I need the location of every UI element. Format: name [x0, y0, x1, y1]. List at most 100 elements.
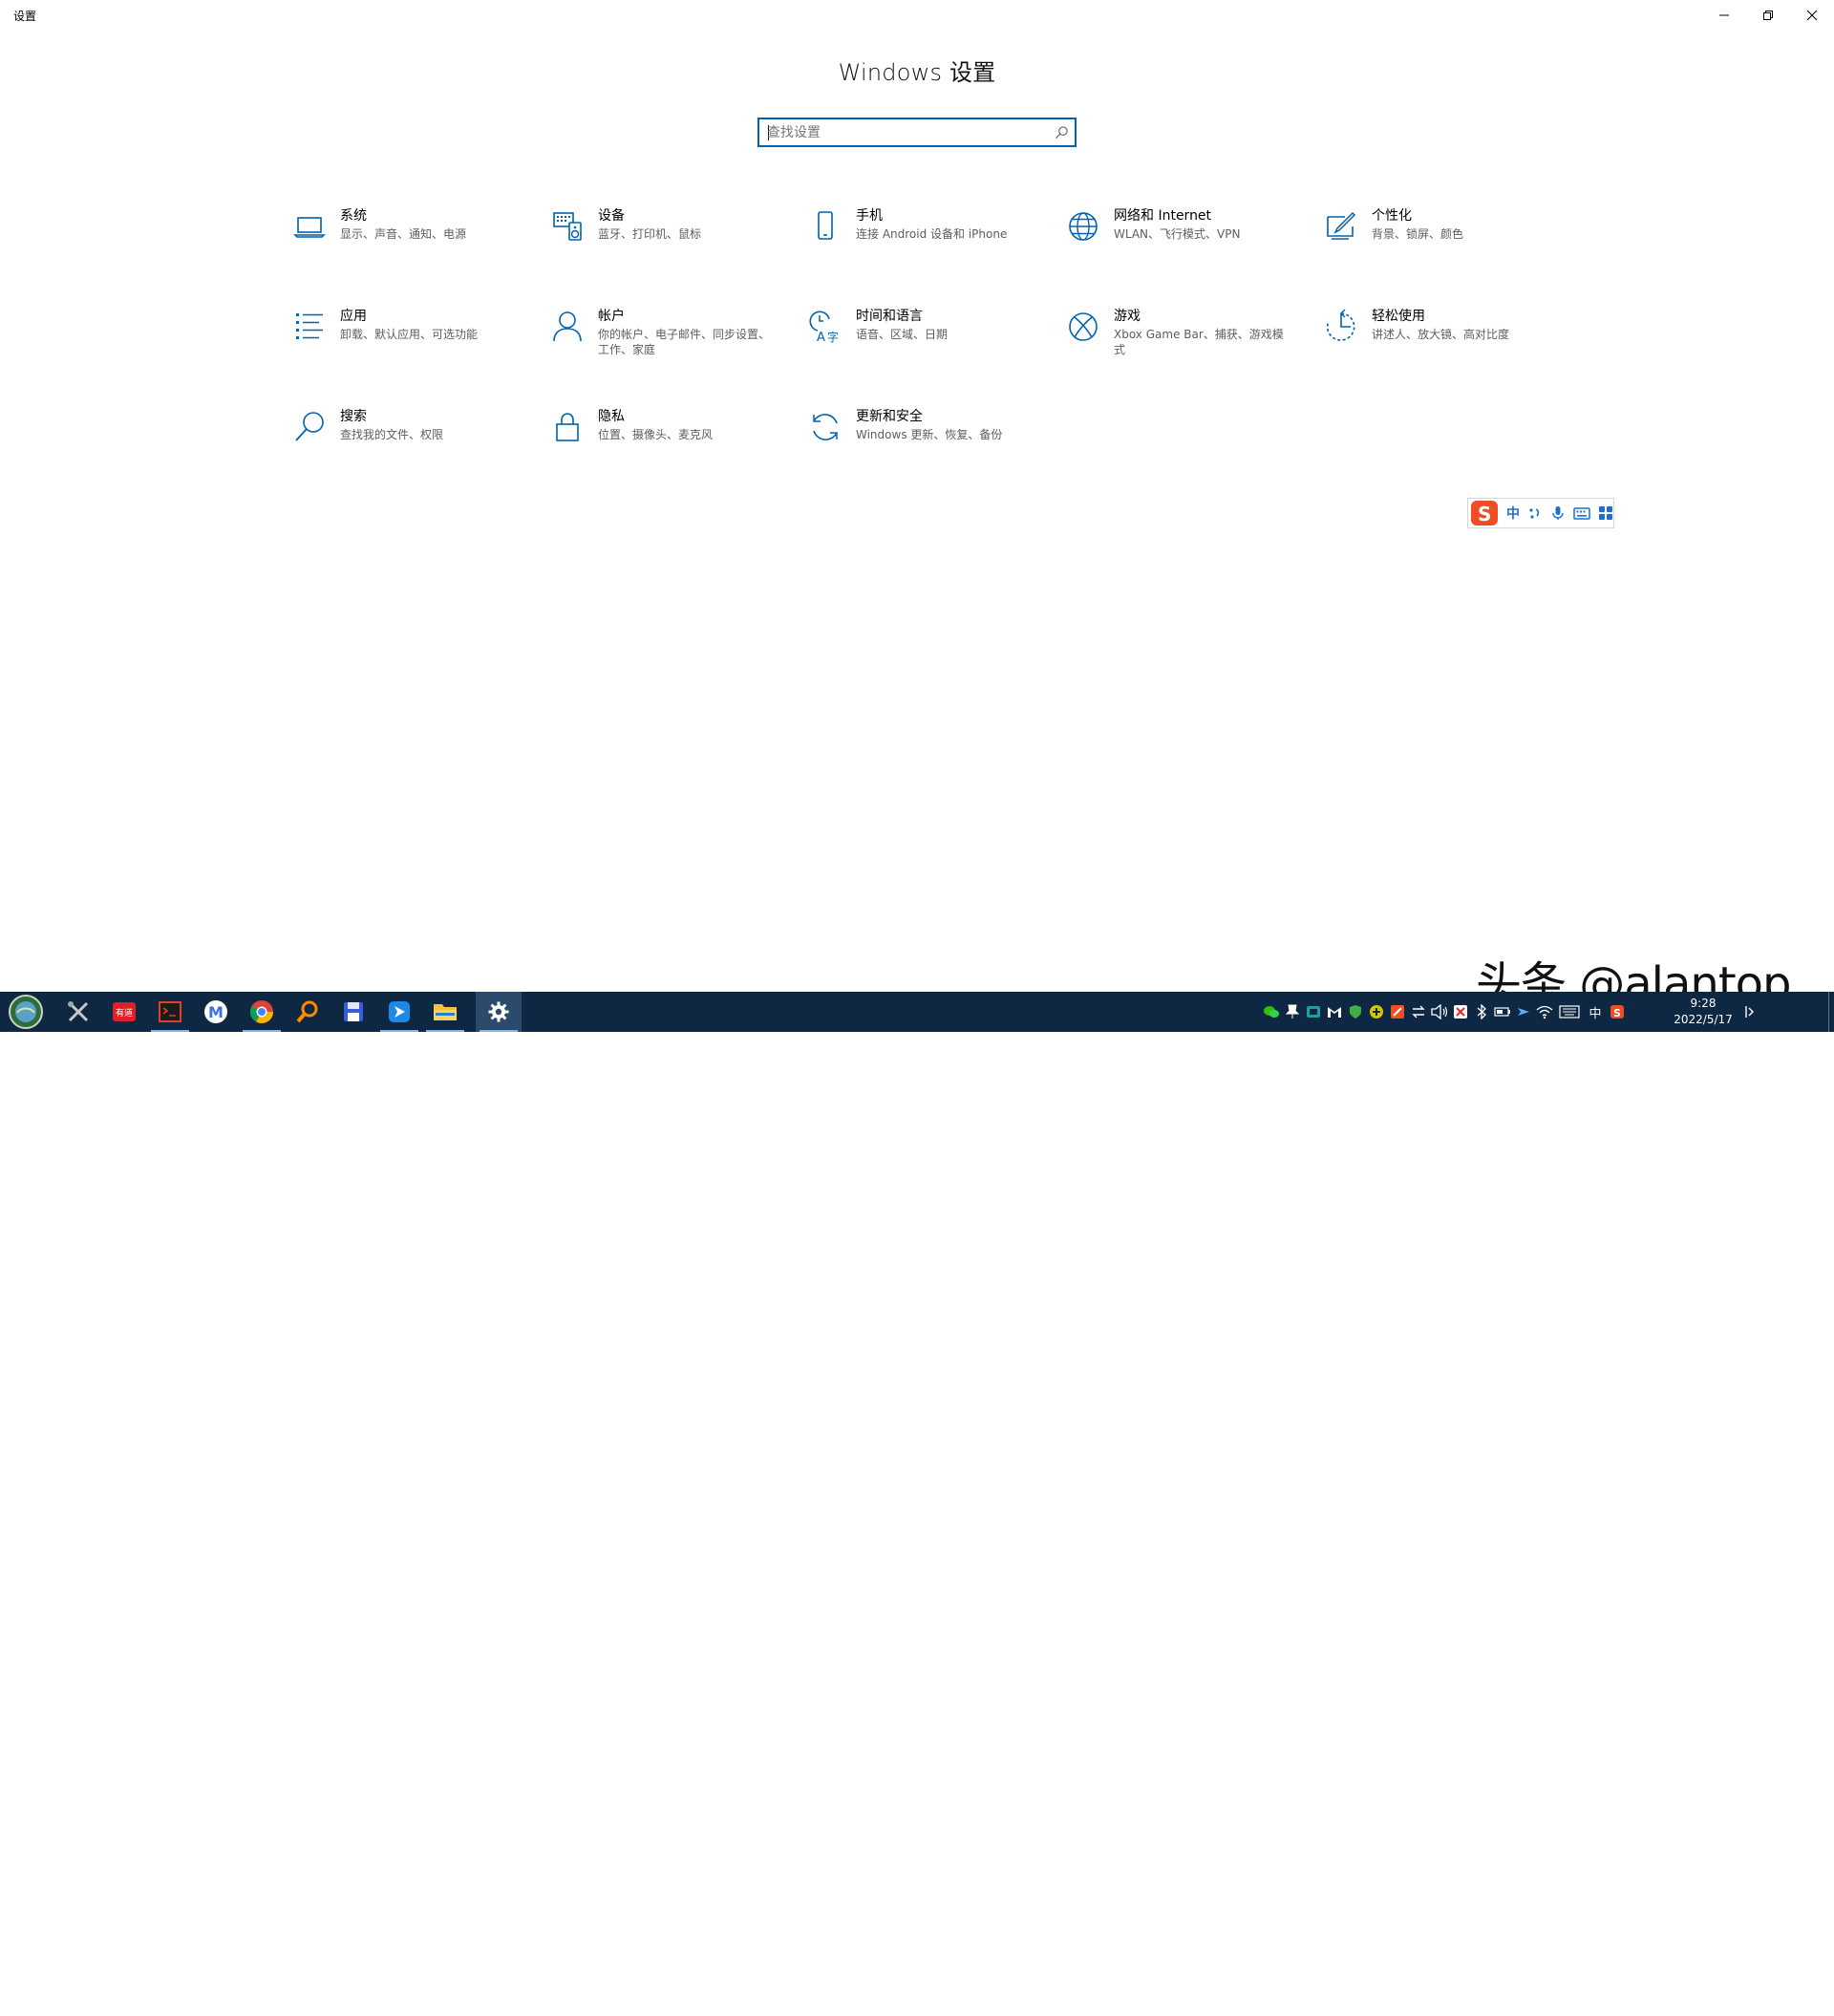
tile-apps-desc: 卸载、默认应用、可选功能 — [340, 328, 479, 341]
svg-text:有道: 有道 — [116, 1007, 133, 1019]
tile-personalization[interactable]: 个性化 背景、锁屏、颜色 — [1324, 206, 1553, 283]
keyboard-icon[interactable] — [1573, 505, 1590, 521]
search-magnifier-icon[interactable] — [1055, 125, 1069, 139]
tile-ease-of-access[interactable]: 轻松使用 讲述人、放大镜、高对比度 — [1324, 307, 1553, 383]
title-bar: 设置 — [0, 0, 1834, 31]
search-input[interactable] — [767, 119, 1044, 145]
tray-sogou[interactable]: S — [1607, 992, 1628, 1032]
network-app-icon — [1307, 1006, 1320, 1018]
start-orb-icon — [9, 995, 43, 1029]
search-box[interactable] — [757, 118, 1077, 147]
taskbar-file-explorer[interactable] — [422, 992, 468, 1032]
taskbar-save-disk[interactable] — [331, 992, 376, 1032]
m-app-icon: M — [204, 1000, 227, 1023]
personalization-icon — [1327, 211, 1356, 240]
taskbar: 有道 M 中 S 9:28 2022/5/17 电脑技术网 www.dnzp.c… — [0, 992, 1834, 2013]
sogou-tray-icon: S — [1610, 1005, 1624, 1019]
terminal-icon — [159, 1001, 181, 1022]
lock-icon — [556, 413, 579, 441]
transfer-icon — [1412, 1005, 1425, 1019]
clock[interactable]: 9:28 2022/5/17 — [1670, 996, 1737, 1028]
flag-icon — [1391, 1005, 1404, 1019]
sogou-logo[interactable]: S — [1470, 500, 1499, 526]
tile-time-language[interactable]: A字 时间和语言 语音、区域、日期 — [808, 307, 1037, 383]
tile-system[interactable]: 系统 显示、声音、通知、电源 — [292, 206, 522, 283]
feishu-icon — [389, 1001, 410, 1022]
tile-privacy[interactable]: 隐私位置、摄像头、麦克风 — [550, 407, 779, 483]
tile-update-security[interactable]: 更新和安全 Windows 更新、恢复、备份 — [808, 407, 1037, 483]
taskbar-m-app[interactable]: M — [193, 992, 239, 1032]
clock-time: 9:28 — [1690, 997, 1717, 1010]
minimize-button[interactable] — [1702, 0, 1746, 31]
settings-gear-icon — [488, 1001, 509, 1022]
tile-network[interactable]: 网络和 Internet WLAN、飞行模式、VPN — [1066, 206, 1295, 283]
tile-search[interactable]: 搜索 查找我的文件、权限 — [292, 407, 522, 483]
corner-watermark-line1: 电脑技术网 — [1754, 1987, 1817, 2002]
tray-bluetooth[interactable] — [1471, 992, 1492, 1032]
tray-pinned-app[interactable] — [1513, 992, 1534, 1032]
battery-icon — [1494, 1007, 1510, 1017]
file-explorer-icon — [434, 1004, 457, 1020]
ime-toolbar[interactable]: S 中 — [1467, 498, 1614, 528]
gmail-icon — [1328, 1007, 1341, 1018]
taskbar-chrome[interactable] — [239, 992, 285, 1032]
show-desktop-button[interactable] — [1828, 992, 1834, 1032]
feishu-tray-icon — [1518, 1008, 1529, 1016]
tile-privacy-desc: 位置、摄像头、麦克风 — [598, 428, 714, 441]
tile-accounts[interactable]: 帐户 你的帐户、电子邮件、同步设置、工作、家庭 — [550, 307, 779, 383]
tray-volume[interactable] — [1429, 992, 1450, 1032]
wifi-icon — [1536, 1005, 1553, 1019]
taskbar-search-tool[interactable] — [285, 992, 331, 1032]
tray-wechat[interactable] — [1261, 992, 1282, 1032]
tray-shield[interactable] — [1345, 992, 1366, 1032]
globe-icon — [1069, 212, 1098, 241]
notification-icon — [1745, 1006, 1754, 1018]
corner-watermark: 电脑技术网 www.dnzp.com — [1754, 1987, 1819, 2016]
security-icon — [1454, 1005, 1467, 1019]
tile-time-language-name: 时间和语言 — [856, 309, 923, 324]
taskbar-terminal[interactable] — [147, 992, 193, 1032]
tray-wifi[interactable] — [1534, 992, 1555, 1032]
tile-phone[interactable]: 手机 连接 Android 设备和 iPhone — [808, 206, 1037, 283]
svg-text:字: 字 — [827, 330, 839, 344]
laptop-icon — [293, 217, 326, 238]
punctuation-icon[interactable] — [1527, 505, 1543, 521]
tray-network-app[interactable] — [1303, 992, 1324, 1032]
tray-battery[interactable] — [1492, 992, 1513, 1032]
ease-of-access-icon — [1326, 309, 1355, 341]
tray-flag[interactable] — [1387, 992, 1408, 1032]
taskbar-youdao[interactable]: 有道 — [101, 992, 147, 1032]
update-icon — [813, 414, 838, 440]
tile-privacy-name: 隐私 — [598, 409, 625, 424]
notification-button[interactable] — [1744, 992, 1756, 1032]
tray-flower[interactable] — [1366, 992, 1387, 1032]
search-icon — [295, 412, 324, 441]
phone-icon — [818, 211, 833, 240]
close-button[interactable] — [1790, 0, 1834, 31]
tray-security[interactable] — [1450, 992, 1471, 1032]
tile-update-security-name: 更新和安全 — [856, 409, 923, 424]
tray-transfer[interactable] — [1408, 992, 1429, 1032]
ime-mode-toggle[interactable]: 中 — [1506, 504, 1520, 523]
tile-gaming[interactable]: 游戏 Xbox Game Bar、捕获、游戏模式 — [1066, 307, 1295, 383]
taskbar-settings[interactable] — [476, 992, 522, 1032]
taskbar-tools[interactable] — [55, 992, 101, 1032]
tile-apps[interactable]: 应用 卸载、默认应用、可选功能 — [292, 307, 522, 383]
clock-date: 2022/5/17 — [1674, 1013, 1733, 1026]
tray-touch-keyboard[interactable] — [1555, 992, 1584, 1032]
time-language-icon: A字 — [809, 311, 839, 345]
start-button[interactable] — [2, 992, 50, 1032]
person-icon — [553, 311, 582, 342]
tile-gaming-desc: Xbox Game Bar、捕获、游戏模式 — [1114, 328, 1284, 356]
tray-ime-indicator[interactable]: 中 — [1584, 992, 1607, 1032]
tray-pin[interactable] — [1282, 992, 1303, 1032]
taskbar-feishu[interactable] — [376, 992, 422, 1032]
microphone-icon[interactable] — [1550, 505, 1566, 521]
window-title: 设置 — [13, 10, 37, 23]
corner-watermark-line2: www.dnzp.com — [1754, 2004, 1820, 2013]
tile-devices[interactable]: 设备 蓝牙、打印机、鼠标 — [550, 206, 779, 283]
restore-button[interactable] — [1746, 0, 1790, 31]
tray-gmail[interactable] — [1324, 992, 1345, 1032]
tile-accounts-name: 帐户 — [598, 309, 625, 324]
toolbox-icon[interactable] — [1598, 505, 1613, 521]
